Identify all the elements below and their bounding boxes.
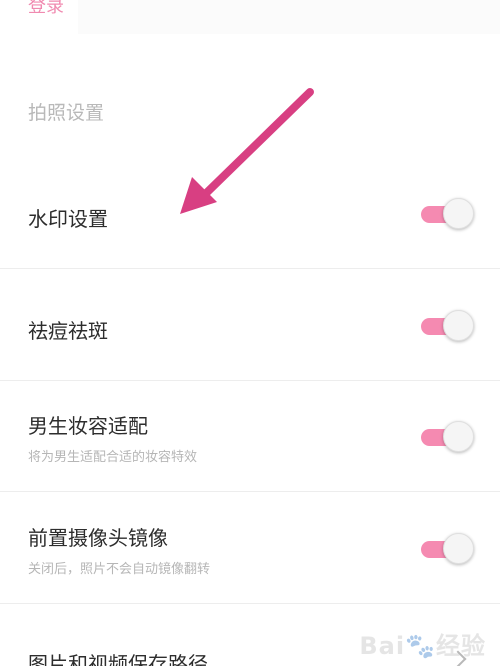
login-bar-background (78, 0, 500, 34)
toggle-knob (443, 533, 474, 564)
toggle-knob (443, 198, 474, 229)
login-link[interactable]: 登录 (28, 0, 64, 18)
setting-subtitle-front-camera-mirror: 关闭后，照片不会自动镜像翻转 (28, 562, 211, 577)
setting-subtitle-male-makeup: 将为男生适配合适的妆容特效 (28, 450, 198, 465)
acne-toggle[interactable] (421, 310, 474, 342)
setting-row-acne[interactable]: 祛痘祛斑 (0, 270, 500, 381)
watermark-toggle[interactable] (421, 198, 474, 230)
save-path-title: 图片和视频保存路径 (28, 652, 208, 666)
setting-row-watermark[interactable]: 水印设置 (0, 158, 500, 269)
male-makeup-toggle[interactable] (421, 421, 474, 453)
toggle-knob (443, 421, 474, 452)
setting-title-front-camera-mirror: 前置摄像头镜像 (28, 526, 168, 550)
setting-row-front-camera-mirror[interactable]: 前置摄像头镜像 关闭后，照片不会自动镜像翻转 (0, 493, 500, 604)
setting-title-watermark: 水印设置 (28, 207, 108, 231)
setting-title-male-makeup: 男生妆容适配 (28, 414, 148, 438)
toggle-knob (443, 310, 474, 341)
setting-title-acne: 祛痘祛斑 (28, 319, 108, 343)
front-camera-mirror-toggle[interactable] (421, 533, 474, 565)
section-header-photo-settings: 拍照设置 (28, 102, 105, 124)
setting-row-male-makeup[interactable]: 男生妆容适配 将为男生适配合适的妆容特效 (0, 381, 500, 492)
settings-screen: 登录 拍照设置 水印设置 祛痘祛斑 男生妆容适配 将为男生适配合适的妆容特效 前… (0, 0, 500, 666)
watermark-logo: Bai🐾经验 (359, 632, 486, 660)
